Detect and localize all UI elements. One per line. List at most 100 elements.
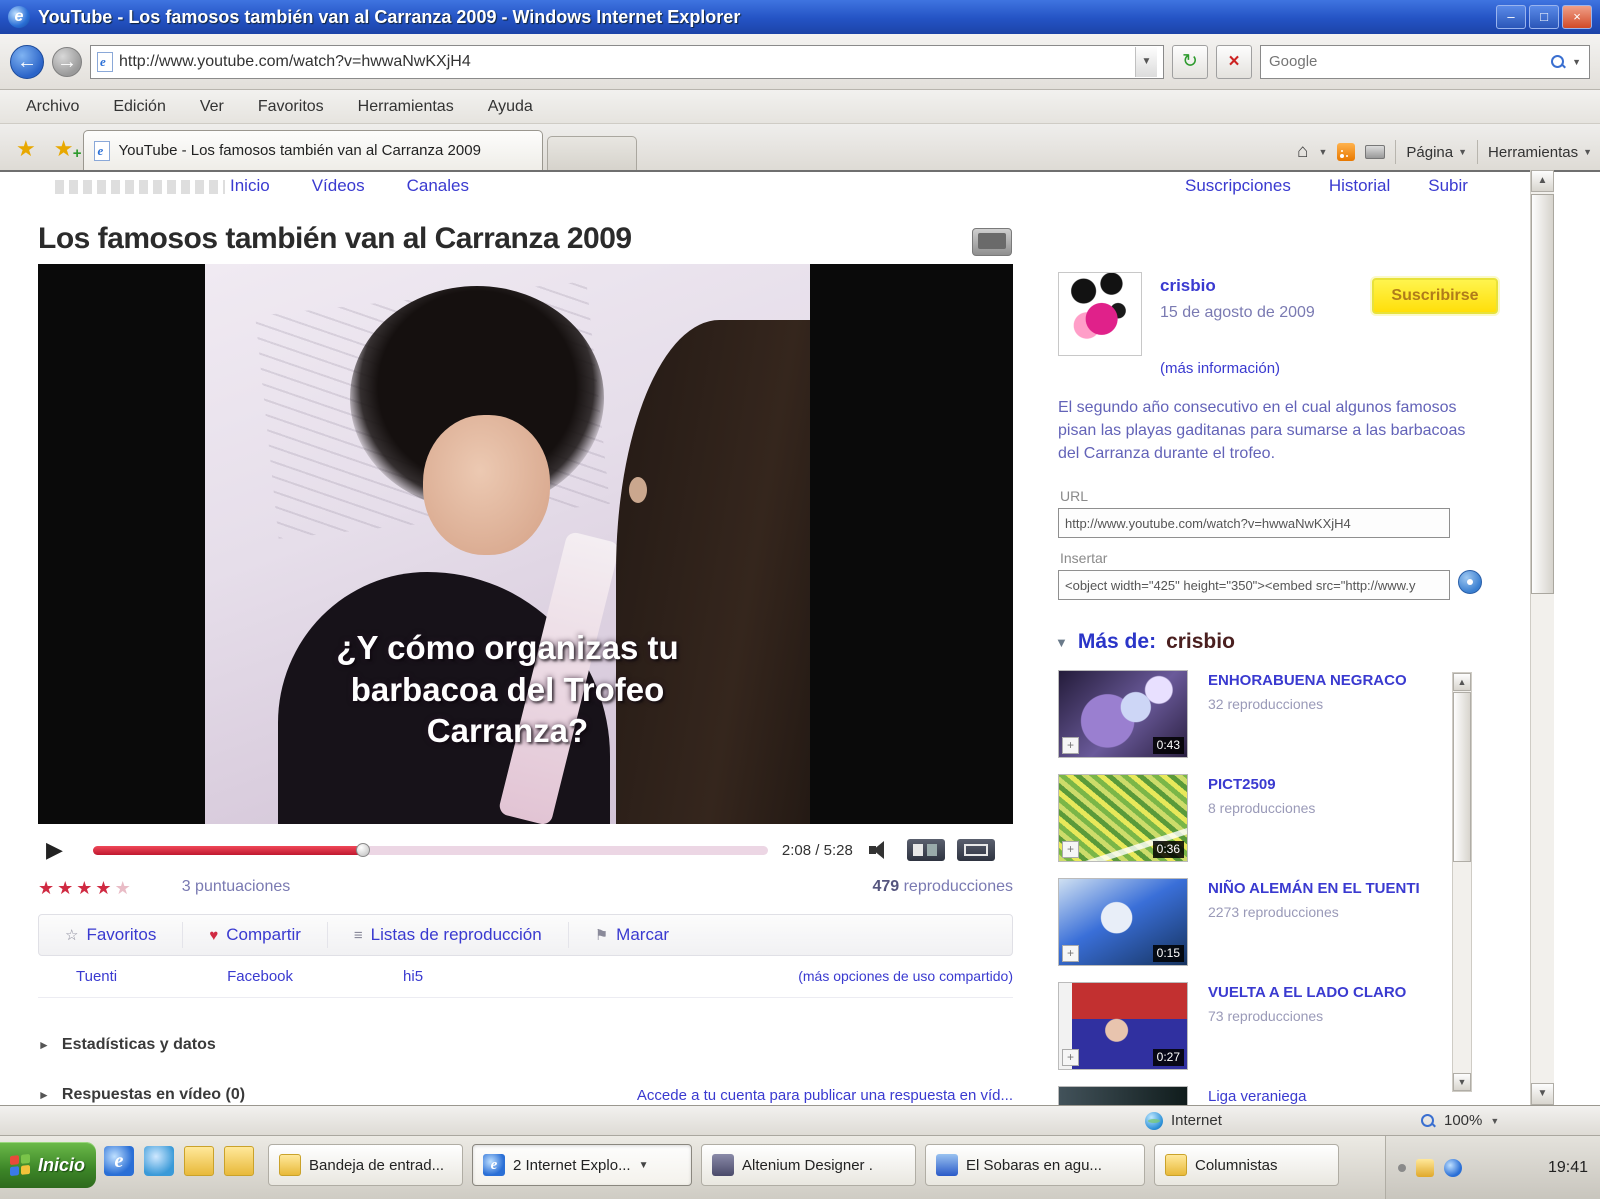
quick-add-icon[interactable]: + (1062, 841, 1079, 858)
task-button-columnistas[interactable]: Columnistas (1154, 1144, 1339, 1186)
scroll-down-icon[interactable]: ▼ (1531, 1083, 1554, 1105)
address-bar[interactable]: http://www.youtube.com/watch?v=hwwaNwKXj… (90, 45, 1164, 79)
related-video-title[interactable]: NIÑO ALEMÁN EN EL TUENTI (1208, 880, 1438, 898)
scroll-down-icon[interactable]: ▼ (1453, 1073, 1471, 1091)
home-icon[interactable]: ⌂ (1297, 141, 1308, 163)
zoom-control[interactable]: 100% ▼ (1420, 1112, 1499, 1129)
zoom-dropdown-icon[interactable]: ▼ (1490, 1116, 1499, 1126)
task-button-document[interactable]: El Sobaras en agu... (925, 1144, 1145, 1186)
play-button[interactable]: ▶ (46, 837, 63, 863)
search-box[interactable]: ▼ (1260, 45, 1590, 79)
nav-historial[interactable]: Historial (1329, 176, 1390, 196)
menu-archivo[interactable]: Archivo (12, 94, 93, 120)
add-favorite-icon[interactable]: ★+ (44, 136, 84, 170)
stats-section[interactable]: ► Estadísticas y datos (38, 1030, 1013, 1060)
more-from-username[interactable]: crisbio (1166, 630, 1235, 654)
scrollbar-thumb[interactable] (1531, 194, 1554, 594)
quick-add-icon[interactable]: + (1062, 945, 1079, 962)
related-video-title[interactable]: PICT2509 (1208, 776, 1438, 794)
share-tuenti[interactable]: Tuenti (76, 968, 117, 985)
scroll-up-icon[interactable]: ▲ (1453, 673, 1471, 691)
related-video-item[interactable]: + 0:36 PICT2509 8 reproducciones (1058, 774, 1448, 870)
home-dropdown-icon[interactable]: ▼ (1318, 147, 1327, 157)
tv-screen-icon[interactable] (972, 228, 1012, 256)
browser-quicklaunch-icon[interactable] (144, 1146, 174, 1176)
address-url[interactable]: http://www.youtube.com/watch?v=hwwaNwKXj… (119, 53, 1129, 71)
subscribe-button[interactable]: Suscribirse (1372, 278, 1498, 314)
refresh-button[interactable]: ↻ (1172, 45, 1208, 79)
page-menu-button[interactable]: Página▼ (1406, 144, 1467, 161)
print-icon[interactable] (1365, 145, 1385, 159)
back-button[interactable]: ← (10, 45, 44, 79)
volume-icon[interactable] (869, 840, 895, 860)
minimize-button[interactable]: – (1496, 5, 1526, 29)
video-thumbnail[interactable]: + 0:43 (1058, 670, 1188, 758)
video-thumbnail[interactable] (1058, 1086, 1188, 1105)
more-info-link[interactable]: (más información) (1160, 360, 1280, 377)
task-button-inbox[interactable]: Bandeja de entrad... (268, 1144, 463, 1186)
task-button-designer[interactable]: Altenium Designer . (701, 1144, 916, 1186)
scroll-up-icon[interactable]: ▲ (1531, 170, 1554, 192)
related-video-item[interactable]: Liga veraniega (1058, 1086, 1448, 1105)
embed-options-gear-icon[interactable] (1458, 570, 1482, 594)
feeds-icon[interactable] (1337, 143, 1355, 161)
maximize-button[interactable]: □ (1529, 5, 1559, 29)
uploader-username-link[interactable]: crisbio (1160, 276, 1216, 296)
ie-quicklaunch-icon[interactable]: e (104, 1146, 134, 1176)
tray-icon[interactable] (1444, 1159, 1462, 1177)
tray-icon[interactable] (1398, 1164, 1406, 1172)
menu-ayuda[interactable]: Ayuda (474, 94, 547, 120)
more-share-options-link[interactable]: (más opciones de uso compartido) (798, 968, 1013, 984)
related-video-item[interactable]: + 0:15 NIÑO ALEMÁN EN EL TUENTI 2273 rep… (1058, 878, 1448, 974)
search-dropdown-icon[interactable]: ▼ (1572, 57, 1581, 67)
video-thumbnail[interactable]: + 0:15 (1058, 878, 1188, 966)
tools-menu-button[interactable]: Herramientas▼ (1488, 144, 1592, 161)
quick-add-icon[interactable]: + (1062, 737, 1079, 754)
nav-subir[interactable]: Subir (1428, 176, 1468, 196)
forward-button[interactable]: → (52, 47, 82, 77)
video-thumbnail[interactable]: + 0:36 (1058, 774, 1188, 862)
quick-add-icon[interactable]: + (1062, 1049, 1079, 1066)
playlists-button[interactable]: ≡ Listas de reproducción (328, 922, 569, 948)
menu-edicion[interactable]: Edición (99, 94, 179, 120)
scrollbar-thumb[interactable] (1453, 692, 1471, 862)
address-dropdown-icon[interactable]: ▼ (1135, 47, 1157, 77)
nav-inicio[interactable]: Inicio (230, 176, 270, 196)
new-tab-button[interactable] (547, 136, 637, 170)
embed-field[interactable] (1058, 570, 1450, 600)
seek-handle[interactable] (356, 843, 370, 857)
menu-herramientas[interactable]: Herramientas (344, 94, 468, 120)
folder-quicklaunch-icon[interactable] (224, 1146, 254, 1176)
search-icon[interactable] (1550, 54, 1566, 70)
menu-ver[interactable]: Ver (186, 94, 238, 120)
quality-button[interactable] (907, 839, 945, 861)
title-bar[interactable]: e YouTube - Los famosos también van al C… (0, 0, 1600, 34)
flag-button[interactable]: ⚑ Marcar (569, 922, 695, 948)
fullscreen-button[interactable] (957, 839, 995, 861)
tray-icon[interactable] (1416, 1159, 1434, 1177)
menu-favoritos[interactable]: Favoritos (244, 94, 338, 120)
favorites-button[interactable]: ☆ Favoritos (39, 922, 183, 948)
folder-quicklaunch-icon[interactable] (184, 1146, 214, 1176)
post-response-link[interactable]: Accede a tu cuenta para publicar una res… (637, 1087, 1013, 1104)
star-rating[interactable]: ★★★★★ (38, 878, 134, 899)
related-video-title[interactable]: ENHORABUENA NEGRACO (1208, 672, 1438, 690)
search-input[interactable] (1269, 53, 1544, 70)
favorites-icon[interactable]: ★ (8, 136, 44, 170)
related-video-title[interactable]: Liga veraniega (1208, 1088, 1438, 1105)
page-scrollbar[interactable]: ▲ ▼ (1530, 170, 1554, 1105)
related-list-scrollbar[interactable]: ▲ ▼ (1452, 672, 1472, 1092)
close-button[interactable]: × (1562, 5, 1592, 29)
related-video-title[interactable]: VUELTA A EL LADO CLARO (1208, 984, 1438, 1002)
related-video-item[interactable]: + 0:43 ENHORABUENA NEGRACO 32 reproducci… (1058, 670, 1448, 766)
share-button[interactable]: ♥ Compartir (183, 922, 328, 948)
responses-section[interactable]: ► Respuestas en vídeo (0) Accede a tu cu… (38, 1080, 1013, 1105)
share-hi5[interactable]: hi5 (403, 968, 423, 985)
share-facebook[interactable]: Facebook (227, 968, 293, 985)
uploader-avatar[interactable] (1058, 272, 1142, 356)
stop-button[interactable]: × (1216, 45, 1252, 79)
nav-videos[interactable]: Vídeos (312, 176, 365, 196)
video-player[interactable]: ¿Y cómo organizas tu barbacoa del Trofeo… (38, 264, 1013, 824)
video-thumbnail[interactable]: + 0:27 (1058, 982, 1188, 1070)
nav-canales[interactable]: Canales (407, 176, 469, 196)
